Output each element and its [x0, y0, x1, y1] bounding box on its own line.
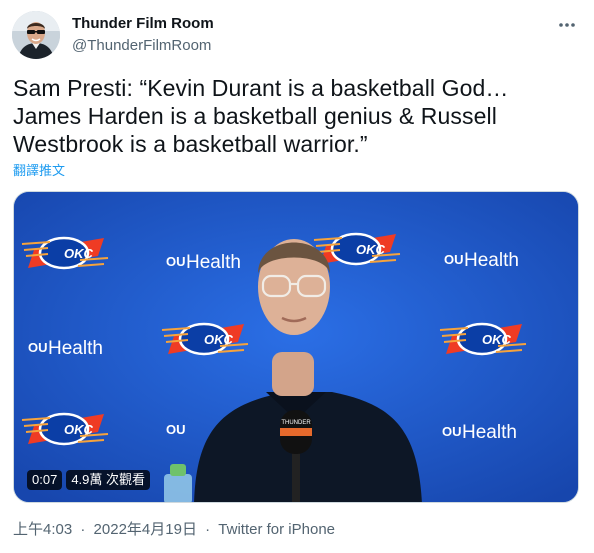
more-horizontal-icon: [559, 23, 575, 27]
microphone-label: THUNDER: [281, 420, 311, 426]
backdrop-health-text: Health: [186, 252, 241, 273]
backdrop-ou-mark: OU: [166, 254, 186, 269]
video-duration-badge: 0:07: [27, 470, 63, 490]
tweet-source[interactable]: Twitter for iPhone: [218, 521, 335, 538]
video-view-count-badge: 4.9萬 次觀看: [66, 470, 150, 490]
meta-separator: ·: [205, 521, 211, 538]
backdrop-ou-mark: OU: [442, 424, 462, 439]
video-player[interactable]: OKC OKC OKC OKC OKC OU Health OU Health …: [13, 191, 579, 503]
tweet-card: Thunder Film Room @ThunderFilmRoom Sam P…: [0, 0, 594, 553]
backdrop-okc-text: OKC: [64, 246, 94, 261]
backdrop-health-text: Health: [48, 338, 103, 359]
backdrop-ou-mark: OU: [166, 422, 186, 437]
backdrop-ou-mark: OU: [444, 252, 464, 267]
backdrop-okc-text: OKC: [64, 422, 94, 437]
meta-separator: ·: [80, 521, 86, 538]
video-overlay-badges: 0:07 4.9萬 次觀看: [27, 470, 150, 490]
backdrop-health-text: Health: [464, 250, 519, 271]
translate-tweet-link[interactable]: 翻譯推文: [13, 162, 65, 180]
tweet-metadata: 上午4:03 · 2022年4月19日 · Twitter for iPhone: [13, 520, 335, 540]
author-block: Thunder Film Room @ThunderFilmRoom: [72, 14, 214, 56]
tweet-text: Sam Presti: “Kevin Durant is a basketbal…: [13, 75, 509, 157]
tweet-time[interactable]: 上午4:03: [13, 521, 72, 538]
backdrop-okc-text: OKC: [482, 332, 512, 347]
backdrop-okc-text: OKC: [204, 332, 234, 347]
video-frame: OKC OKC OKC OKC OKC OU Health OU Health …: [14, 192, 578, 502]
more-options-button[interactable]: [554, 12, 580, 38]
author-handle[interactable]: @ThunderFilmRoom: [72, 36, 214, 56]
backdrop-health-text: Health: [462, 422, 517, 443]
tweet-date[interactable]: 2022年4月19日: [94, 521, 197, 538]
backdrop-okc-text: OKC: [356, 242, 386, 257]
avatar[interactable]: [12, 11, 60, 59]
backdrop-ou-mark: OU: [28, 340, 48, 355]
author-display-name[interactable]: Thunder Film Room: [72, 14, 214, 34]
